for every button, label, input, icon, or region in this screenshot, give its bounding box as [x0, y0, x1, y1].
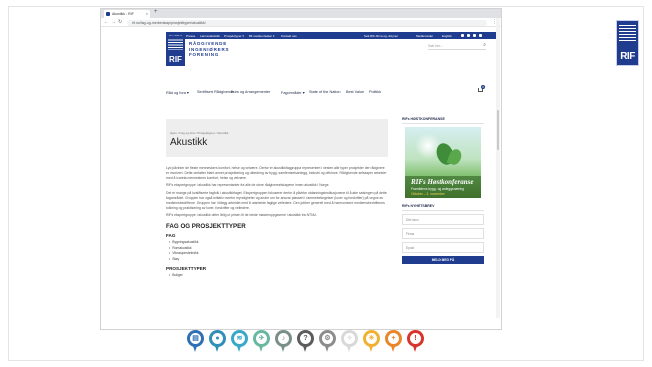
tab-close-icon[interactable]: × [146, 11, 148, 16]
cart-count-badge: 0 [481, 85, 485, 89]
linkedin-icon[interactable] [473, 33, 476, 37]
banner-title: RIFs Høstkonferanse [411, 178, 474, 186]
intro-paragraph: Lyd påvirker de fleste menneskers komfor… [166, 166, 387, 180]
light-pin-icon: ☀ [363, 330, 380, 352]
topbar-link-english[interactable]: English [442, 34, 452, 38]
lightbulb-pin-icon: ✧ [341, 330, 358, 352]
topbar-link-presse[interactable]: Presse [186, 34, 195, 38]
logo-line-3: FORENING [189, 52, 220, 57]
scrollbar-thumb[interactable] [497, 110, 499, 150]
nav-item-state-of-nation[interactable]: State of the Nation [309, 90, 340, 94]
logo-wordmark: RÅDGIVENDE INGENIØRERS FORENING [189, 41, 249, 58]
topbar-link-lonn[interactable]: Lønnsstatistikk [200, 34, 220, 38]
tab-title: Akustikk - RIF [112, 12, 134, 16]
sidebar: RIFs HØSTKONFERANSE RIFs Høstkonferanse … [402, 117, 484, 264]
back-button[interactable]: ← [104, 19, 109, 25]
topbar-link-prosjekttyper[interactable]: Prosjekttyper ▾ [224, 34, 244, 38]
topbar-link-kontakt[interactable]: Kontakt oss [281, 34, 297, 38]
list-item[interactable]: Støy [172, 257, 388, 263]
nav-item-politikk[interactable]: Politikk [369, 90, 381, 94]
list-item[interactable]: Boliger [172, 273, 388, 279]
nav-item-fagomrader[interactable]: Fagområder ▾ [281, 90, 305, 95]
paragraph-2: RIFs ekspertgruppe i akustikk har repres… [166, 183, 330, 188]
nav-item-rad-og-fora[interactable]: Råd og fora ▾ [166, 90, 189, 95]
page-scrollbar[interactable] [496, 18, 500, 318]
subscribe-button[interactable]: MELD MEG PÅ [402, 256, 484, 264]
rif-logo-side: RIF [616, 20, 639, 66]
youtube-icon[interactable] [479, 33, 482, 37]
alert-pin-icon: ! [407, 330, 424, 352]
side-logo-letters: RIF [620, 51, 635, 62]
search-icon[interactable]: ⌕ [483, 42, 486, 48]
nav-item-sertifisert[interactable]: Sertifisert Rådgivende [197, 90, 234, 94]
company-field[interactable]: Firma [402, 228, 484, 239]
paragraph-3: Det er mange på kvalifiserte fagfolk i a… [166, 191, 387, 210]
bell-pin-icon: ♪ [275, 330, 292, 352]
banner-date: Oktober – 3. november [411, 192, 445, 196]
airplane-pin-icon: ✈ [253, 330, 270, 352]
site-topbar: Om RIF ▾ Presse Lønnsstatistikk Prosjekt… [166, 32, 497, 39]
page-header: Hjem / Fag og fora / Prosjekttyper / Aku… [166, 119, 388, 157]
newsletter-form: RIFs NYHETSBREV Ditt navn Firma Epost ME… [402, 204, 484, 264]
main-navigation: Råd og fora ▾ Sertifisert Rådgivende Kur… [166, 90, 486, 98]
question-pin-icon: ? [297, 330, 314, 352]
twitter-icon[interactable] [467, 33, 470, 37]
location-pin-icon: ● [209, 330, 226, 352]
nav-item-kurs[interactable]: Kurs og Arrangementer [231, 90, 270, 94]
rif-logo-mark: RIF [166, 36, 185, 66]
address-bar[interactable]: rif.no/fag-og-merkerskap/prosjekttyper/a… [127, 19, 487, 26]
document-pin-icon: ▤ [187, 330, 204, 352]
heading-prosjekttyper: PROSJEKTTYPER [166, 265, 207, 271]
heading-fag-og-prosjekttyper: FAG OG PROSJEKTTYPER [166, 223, 246, 231]
search-placeholder: Søk her... [428, 44, 443, 48]
page-title: Akustikk [170, 137, 208, 148]
favicon-icon [106, 12, 110, 16]
prosjekttyper-list: Boliger [166, 273, 388, 279]
topbar-link-sok-firma[interactable]: Søk RIF-firma og -tilsyner [364, 34, 398, 38]
heading-fag: FAG [166, 233, 176, 239]
topbar-link-bli-medlem[interactable]: Bli medlem/søker ▾ [249, 34, 275, 38]
site-search-input[interactable]: Søk her... ⌕ [428, 42, 486, 50]
topbar-link-medlemsider[interactable]: Medlemsider [416, 34, 433, 38]
nav-item-best-value[interactable]: Best Value [346, 90, 364, 94]
reload-button[interactable]: ↻ [118, 19, 122, 25]
fag-list: Bygningsakustikk Romakustikk Vibrasjonst… [166, 240, 388, 262]
conference-banner[interactable]: RIFs Høstkonferanse Framtidens bygg- og … [405, 127, 481, 198]
name-field[interactable]: Ditt navn [402, 214, 484, 225]
url-bar-row: ← → ↻ rif.no/fag-og-merkerskap/prosjektt… [101, 18, 501, 27]
settings-pin-icon: ⚙ [319, 330, 336, 352]
new-tab-button[interactable]: + [154, 9, 158, 15]
article-content: Lyd påvirker de fleste menneskers komfor… [166, 166, 388, 278]
logo-letters: RIF [169, 55, 182, 64]
browser-tab[interactable]: Akustikk - RIF × [104, 10, 150, 18]
conference-heading: RIFs HØSTKONFERANSE [402, 117, 484, 124]
forward-button[interactable]: → [111, 19, 116, 25]
facebook-icon[interactable] [461, 33, 464, 37]
plus-pin-icon: + [385, 330, 402, 352]
water-pin-icon: ≋ [231, 330, 248, 352]
tab-strip: Akustikk - RIF × + [101, 9, 501, 18]
paragraph-4: RIFs ekspertgruppe i akustikk deler årli… [166, 213, 317, 218]
email-field[interactable]: Epost [402, 242, 484, 253]
icon-strip: ▤ ● ≋ ✈ ♪? ⚙ ✧ ☀ +! [187, 330, 431, 358]
breadcrumb[interactable]: Hjem / Fag og fora / Prosjekttyper / Aku… [170, 131, 228, 135]
newsletter-heading: RIFs NYHETSBREV [402, 204, 484, 211]
cart-icon[interactable]: 0 [478, 85, 485, 93]
banner-subtitle: Framtidens bygg- og anleggsnæring [411, 187, 464, 191]
